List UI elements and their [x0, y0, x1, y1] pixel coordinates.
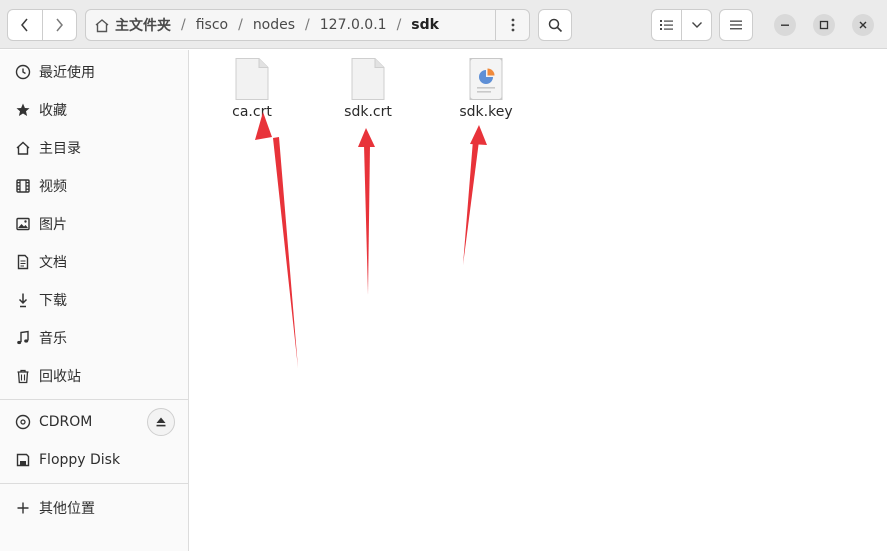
- back-button[interactable]: [8, 10, 42, 40]
- close-icon: [859, 21, 867, 29]
- breadcrumb-sdk[interactable]: sdk: [411, 17, 439, 33]
- breadcrumb-separator: /: [181, 17, 186, 33]
- sidebar-item-label: CDROM: [39, 414, 93, 430]
- sidebar-item-documents[interactable]: 文档: [0, 244, 189, 280]
- sidebar-item-videos[interactable]: 视频: [0, 168, 189, 204]
- hamburger-menu-icon: [730, 20, 742, 30]
- path-menu-button[interactable]: [495, 10, 529, 40]
- image-icon: [14, 215, 32, 233]
- sidebar-item-starred[interactable]: 收藏: [0, 92, 189, 128]
- sidebar-item-downloads[interactable]: 下载: [0, 282, 189, 318]
- sidebar-item-label: 文档: [39, 255, 67, 271]
- list-view-button[interactable]: [652, 10, 681, 40]
- file-name: ca.crt: [232, 104, 272, 120]
- header-bar: 主文件夹 / fisco / nodes / 127.0.0.1 / sdk: [0, 0, 887, 49]
- disc-icon: [14, 413, 32, 431]
- sidebar-divider: [0, 483, 189, 484]
- sidebar-item-floppy-disk[interactable]: Floppy Disk: [0, 442, 189, 478]
- eject-icon: [156, 417, 166, 427]
- file-item-ca-crt[interactable]: ca.crt: [207, 57, 297, 120]
- sidebar-divider: [0, 399, 189, 400]
- sidebar-item-label: 其他位置: [39, 501, 95, 517]
- sidebar-item-label: 收藏: [39, 103, 67, 119]
- view-options-button[interactable]: [681, 10, 711, 40]
- trash-icon: [14, 367, 32, 385]
- search-button[interactable]: [538, 9, 572, 41]
- list-view-icon: [659, 20, 673, 30]
- sidebar-item-recent[interactable]: 最近使用: [0, 54, 189, 90]
- main-menu-button[interactable]: [719, 9, 753, 41]
- minimize-icon: [781, 24, 789, 26]
- sidebar-item-label: 回收站: [39, 369, 81, 385]
- sidebar-item-label: 音乐: [39, 331, 67, 347]
- sidebar: 最近使用 收藏 主目录 视频 图片 文档 下载 音乐 回收站 CDROM Flo…: [0, 50, 189, 551]
- plus-icon: [14, 499, 32, 517]
- maximize-button[interactable]: [813, 14, 835, 36]
- blank-file-icon: [235, 58, 269, 100]
- clock-icon: [14, 63, 32, 81]
- breadcrumb-separator: /: [238, 17, 243, 33]
- document-icon: [14, 253, 32, 271]
- file-view: ca.crt sdk.crt sdk.key: [190, 50, 887, 551]
- sidebar-item-label: 最近使用: [39, 65, 95, 81]
- chevron-left-icon: [20, 18, 28, 32]
- sidebar-item-home[interactable]: 主目录: [0, 130, 189, 166]
- breadcrumb-fisco[interactable]: fisco: [196, 17, 228, 33]
- blank-file-icon: [351, 58, 385, 100]
- star-icon: [14, 101, 32, 119]
- chevron-down-icon: [691, 22, 702, 28]
- breadcrumb-127-0-0-1[interactable]: 127.0.0.1: [320, 17, 387, 33]
- music-note-icon: [14, 329, 32, 347]
- file-item-sdk-key[interactable]: sdk.key: [441, 57, 531, 120]
- floppy-icon: [14, 451, 32, 469]
- file-name: sdk.key: [459, 104, 513, 120]
- navigation-buttons: [7, 9, 77, 41]
- key-file-icon: [469, 58, 503, 100]
- minimize-button[interactable]: [774, 14, 796, 36]
- file-item-sdk-crt[interactable]: sdk.crt: [323, 57, 413, 120]
- sidebar-item-trash[interactable]: 回收站: [0, 358, 189, 394]
- download-icon: [14, 291, 32, 309]
- sidebar-item-pictures[interactable]: 图片: [0, 206, 189, 242]
- sidebar-item-label: Floppy Disk: [39, 452, 121, 468]
- film-icon: [14, 177, 32, 195]
- view-switcher: [651, 9, 712, 41]
- kebab-menu-icon: [511, 18, 514, 32]
- eject-button[interactable]: [147, 408, 175, 436]
- breadcrumb-separator: /: [396, 17, 402, 33]
- file-name: sdk.crt: [344, 104, 392, 120]
- breadcrumb-separator: /: [305, 17, 310, 33]
- home-icon: [14, 139, 32, 157]
- search-icon: [548, 18, 562, 32]
- home-icon: [95, 18, 109, 32]
- sidebar-item-label: 图片: [39, 217, 67, 233]
- sidebar-item-label: 主目录: [39, 141, 81, 157]
- maximize-icon: [819, 20, 829, 30]
- sidebar-item-music[interactable]: 音乐: [0, 320, 189, 356]
- close-button[interactable]: [852, 14, 874, 36]
- sidebar-item-other-locations[interactable]: 其他位置: [0, 490, 189, 526]
- breadcrumb-nodes[interactable]: nodes: [253, 17, 295, 33]
- chevron-right-icon: [56, 18, 64, 32]
- sidebar-item-label: 视频: [39, 179, 67, 195]
- sidebar-item-label: 下载: [39, 293, 67, 309]
- forward-button[interactable]: [41, 10, 77, 40]
- breadcrumb-home[interactable]: 主文件夹: [94, 15, 171, 35]
- path-bar: 主文件夹 / fisco / nodes / 127.0.0.1 / sdk: [85, 9, 530, 41]
- breadcrumb-label: 主文件夹: [115, 18, 171, 34]
